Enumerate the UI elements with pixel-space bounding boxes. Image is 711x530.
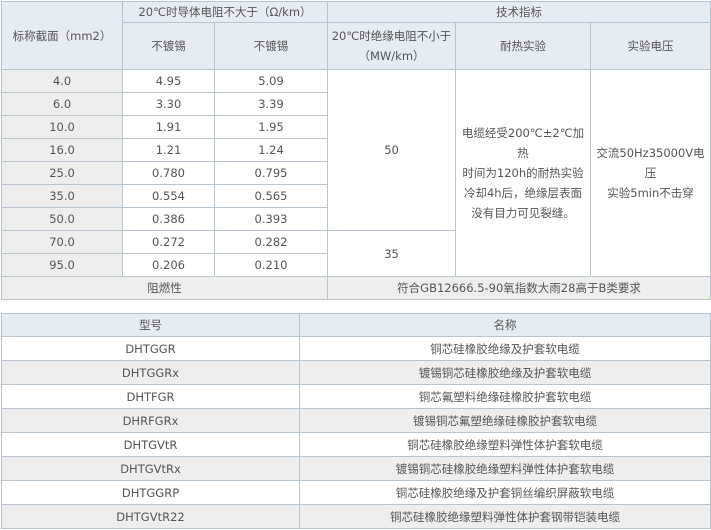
- resistance-cell: 0.554: [122, 184, 215, 208]
- resistance-cell: 0.565: [213, 184, 329, 208]
- header-insulation-line1: 20℃时绝缘电阻不小于: [331, 29, 452, 43]
- insulation-value-a: 50: [327, 69, 457, 231]
- model-code: DHTFGR: [1, 384, 300, 409]
- heat-line: 没有目力可见裂缝。: [471, 206, 575, 220]
- flame-row: 阻燃性 符合GB12666.5-90氧指数大雨28高于B类要求: [0, 276, 711, 300]
- spec-table: 标称截面（mm2） 20℃时导体电阻不大于（Ω/km） 技术指标 不镀锡 不镀锡…: [0, 1, 711, 300]
- model-code: DHRFGRx: [1, 408, 300, 433]
- header-model: 型号: [1, 313, 300, 337]
- section-cell: 25.0: [1, 161, 123, 185]
- resistance-cell: 0.780: [122, 161, 215, 185]
- resistance-cell: 5.09: [213, 69, 329, 93]
- table-row: 4.0 4.95 5.09 50 电缆经受200℃±2℃加热 时间为120h的耐…: [1, 69, 711, 277]
- model-code: DHTGVtR22: [1, 504, 300, 529]
- section-cell: 16.0: [1, 138, 123, 162]
- model-code: DHTGVtRx: [1, 456, 300, 481]
- header-insulation-line2: （MW/km）: [358, 49, 425, 63]
- model-name: 镀锡铜芯硅橡胶绝缘塑料弹性体护套软电缆: [299, 456, 711, 481]
- voltage-line: 交流50Hz35000V电压: [596, 146, 705, 180]
- section-cell: 35.0: [1, 184, 123, 208]
- section-cell: 6.0: [1, 92, 123, 116]
- heat-line: 电缆经受200℃±2℃加热: [461, 126, 585, 160]
- table-row: DHTGVtRx 镀锡铜芯硅橡胶绝缘塑料弹性体护套软电缆: [1, 456, 711, 481]
- resistance-cell: 3.30: [122, 92, 215, 116]
- resistance-cell: 0.272: [122, 230, 215, 254]
- model-name: 铜芯硅橡胶绝缘及护套铜丝编织屏蔽软电缆: [299, 480, 711, 505]
- model-name: 铜芯硅橡胶绝缘及护套软电缆: [299, 336, 711, 361]
- header-insulation-resistance: 20℃时绝缘电阻不小于 （MW/km）: [327, 22, 457, 70]
- model-name: 镀锡铜芯硅橡胶绝缘及护套软电缆: [299, 360, 711, 385]
- resistance-cell: 1.24: [213, 138, 329, 162]
- heat-test-description: 电缆经受200℃±2℃加热 时间为120h的耐热实验 冷却4h后，绝缘层表面 没…: [455, 69, 592, 277]
- resistance-cell: 0.210: [213, 253, 329, 277]
- model-name: 铜芯硅橡胶绝缘塑料弹性体护套软电缆: [299, 432, 711, 457]
- section-cell: 70.0: [1, 230, 123, 254]
- header-conductor-resistance: 20℃时导体电阻不大于（Ω/km）: [121, 1, 329, 23]
- header-heat-test: 耐热实验: [455, 22, 592, 70]
- section-cell: 95.0: [1, 253, 123, 277]
- resistance-cell: 4.95: [122, 69, 215, 93]
- table-row: DHRFGRx 镀锡铜芯氟塑绝缘硅橡胶护套软电缆: [1, 408, 711, 433]
- resistance-cell: 0.282: [213, 230, 329, 254]
- flame-value: 符合GB12666.5-90氧指数大雨28高于B类要求: [327, 276, 711, 300]
- table-row: DHTFGR 铜芯氟塑料绝缘硅橡胶护套软电缆: [1, 384, 711, 409]
- table-row: DHTGVtR22 铜芯硅橡胶绝缘塑料弹性体护套钢带铠装电缆: [1, 504, 711, 529]
- header-name: 名称: [299, 313, 711, 337]
- model-code: DHTGGRx: [1, 360, 300, 385]
- resistance-cell: 0.393: [213, 207, 329, 231]
- header-unplated-1: 不镀锡: [122, 22, 215, 70]
- resistance-cell: 1.21: [122, 138, 215, 162]
- model-code: DHTGGR: [1, 336, 300, 361]
- table-separator: [0, 309, 711, 312]
- section-cell: 50.0: [1, 207, 123, 231]
- header-tech-indicators: 技术指标: [327, 1, 711, 23]
- resistance-cell: 0.795: [213, 161, 329, 185]
- header-test-voltage: 实验电压: [590, 22, 711, 70]
- heat-line: 时间为120h的耐热实验: [462, 166, 584, 180]
- header-unplated-2: 不镀锡: [213, 22, 329, 70]
- resistance-cell: 3.39: [213, 92, 329, 116]
- resistance-cell: 1.91: [122, 115, 215, 139]
- model-name: 镀锡铜芯氟塑绝缘硅橡胶护套软电缆: [299, 408, 711, 433]
- heat-line: 冷却4h后，绝缘层表面: [463, 186, 583, 200]
- test-voltage-description: 交流50Hz35000V电压 实验5min不击穿: [590, 69, 711, 277]
- table-row: DHTGGRP 铜芯硅橡胶绝缘及护套铜丝编织屏蔽软电缆: [1, 480, 711, 505]
- model-name: 铜芯氟塑料绝缘硅橡胶护套软电缆: [299, 384, 711, 409]
- resistance-cell: 1.95: [213, 115, 329, 139]
- table-row: DHTGVtR 铜芯硅橡胶绝缘塑料弹性体护套软电缆: [1, 432, 711, 457]
- model-table: 型号 名称 DHTGGR 铜芯硅橡胶绝缘及护套软电缆 DHTGGRx 镀锡铜芯硅…: [1, 313, 711, 529]
- section-cell: 10.0: [1, 115, 123, 139]
- table-row: DHTGGR 铜芯硅橡胶绝缘及护套软电缆: [1, 336, 711, 361]
- voltage-line: 实验5min不击穿: [607, 186, 694, 200]
- resistance-cell: 0.386: [122, 207, 215, 231]
- model-name: 铜芯硅橡胶绝缘塑料弹性体护套钢带铠装电缆: [299, 504, 711, 529]
- model-code: DHTGVtR: [1, 432, 300, 457]
- resistance-cell: 0.206: [122, 253, 215, 277]
- flame-label: 阻燃性: [0, 276, 329, 300]
- section-cell: 4.0: [1, 69, 123, 93]
- header-section: 标称截面（mm2）: [1, 1, 123, 70]
- table-row: DHTGGRx 镀锡铜芯硅橡胶绝缘及护套软电缆: [1, 360, 711, 385]
- model-code: DHTGGRP: [1, 480, 300, 505]
- spec-sheet: 标称截面（mm2） 20℃时导体电阻不大于（Ω/km） 技术指标 不镀锡 不镀锡…: [0, 0, 711, 530]
- insulation-value-b: 35: [327, 230, 457, 277]
